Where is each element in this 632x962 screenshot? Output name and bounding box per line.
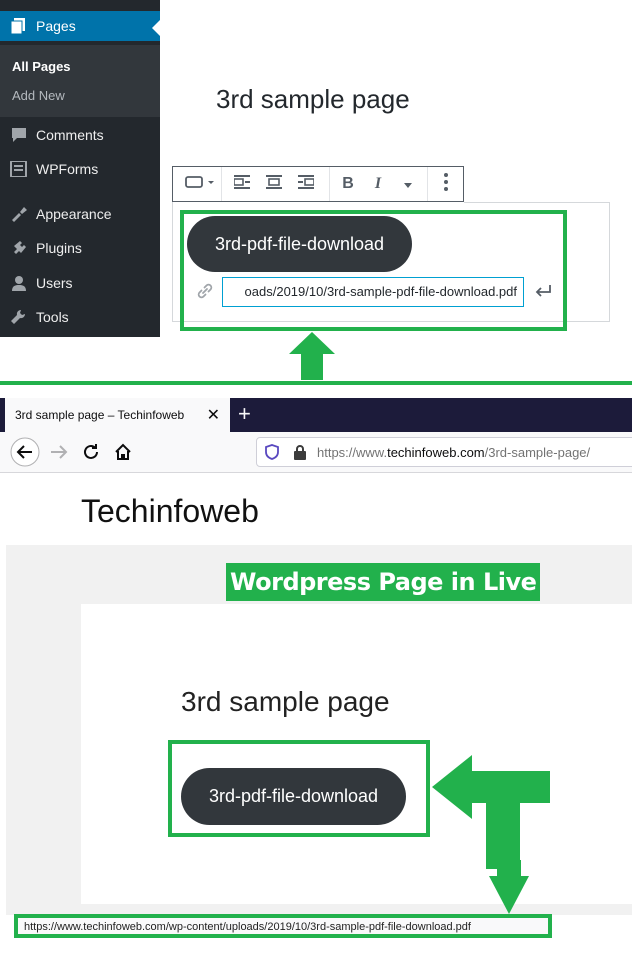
- section-divider: [0, 381, 632, 385]
- editor-download-button[interactable]: 3rd-pdf-file-download: [187, 216, 412, 272]
- page-title: 3rd sample page: [181, 686, 390, 717]
- sidebar-item-tools[interactable]: Tools: [0, 302, 160, 332]
- annotation-label: Wordpress Page in Live: [226, 563, 541, 601]
- shield-icon[interactable]: [265, 444, 279, 465]
- browser-tabbar: 3rd sample page – Techinfoweb ✕ +: [0, 398, 632, 432]
- more-vertical-icon: [444, 172, 448, 196]
- users-icon: [10, 275, 28, 291]
- sidebar-item-appearance[interactable]: Appearance: [0, 199, 160, 229]
- align-left-button[interactable]: [227, 167, 257, 201]
- block-style-icon: [184, 175, 214, 194]
- status-bar: https://www.techinfoweb.com/wp-content/u…: [14, 914, 552, 938]
- sidebar-item-wpforms[interactable]: WPForms: [0, 154, 160, 184]
- sidebar-item-label: Plugins: [36, 240, 82, 256]
- sidebar-item-label: WPForms: [36, 161, 99, 177]
- down-arrow-annotation: [489, 860, 529, 914]
- url-text: https://www.techinfoweb.com/3rd-sample-p…: [317, 445, 590, 460]
- toolbar-divider: [329, 167, 330, 201]
- block-style-button[interactable]: [179, 167, 219, 201]
- sidebar-item-users[interactable]: Users: [0, 268, 160, 298]
- sidebar-item-label: Users: [36, 275, 73, 291]
- pages-submenu: All Pages Add New: [0, 45, 160, 117]
- align-center-icon: [266, 174, 282, 194]
- sidebar-item-pages[interactable]: Pages: [0, 11, 160, 41]
- editor-page-title[interactable]: 3rd sample page: [216, 84, 410, 115]
- tab-title: 3rd sample page – Techinfoweb: [15, 408, 185, 422]
- align-right-button[interactable]: [291, 167, 321, 201]
- sidebar-item-comments[interactable]: Comments: [0, 120, 160, 150]
- apply-link-icon[interactable]: [534, 284, 552, 303]
- italic-button[interactable]: I: [365, 167, 391, 201]
- bold-button[interactable]: B: [333, 167, 363, 201]
- pages-icon: [10, 18, 28, 35]
- toolbar-divider: [427, 167, 428, 201]
- reload-icon: [82, 444, 100, 465]
- link-icon: [196, 282, 214, 305]
- align-center-button[interactable]: [259, 167, 289, 201]
- submenu-all-pages[interactable]: All Pages: [12, 59, 71, 74]
- sidebar-item-plugins[interactable]: Plugins: [0, 233, 160, 263]
- block-outline: [172, 202, 173, 322]
- site-title[interactable]: Techinfoweb: [81, 493, 259, 530]
- comments-icon: [10, 127, 28, 143]
- close-icon[interactable]: ✕: [207, 405, 220, 425]
- more-options-button[interactable]: [433, 167, 459, 201]
- block-outline: [464, 202, 610, 203]
- sidebar-item-label: Appearance: [36, 206, 112, 222]
- new-tab-icon[interactable]: +: [238, 401, 251, 427]
- block-outline: [609, 202, 610, 322]
- url-prefix: https://www.: [317, 445, 388, 460]
- more-formats-button[interactable]: [397, 167, 419, 201]
- sidebar-item-label: Comments: [36, 127, 104, 143]
- status-url: https://www.techinfoweb.com/wp-content/u…: [24, 921, 471, 933]
- submenu-add-new[interactable]: Add New: [12, 88, 65, 103]
- button-url-value: oads/2019/10/3rd-sample-pdf-file-downloa…: [244, 284, 517, 299]
- italic-icon: I: [374, 175, 382, 192]
- bold-icon: B: [342, 175, 354, 192]
- align-left-icon: [233, 174, 250, 194]
- lock-icon[interactable]: [293, 444, 307, 465]
- sidebar-item-label: Pages: [36, 18, 76, 34]
- forward-arrow-icon: [50, 445, 68, 464]
- chevron-down-icon: [404, 175, 412, 193]
- plugins-icon: [10, 240, 28, 256]
- home-button[interactable]: [114, 443, 132, 466]
- url-domain: techinfoweb.com: [387, 445, 485, 460]
- align-right-icon: [298, 174, 315, 194]
- home-icon: [114, 443, 132, 465]
- sidebar-item-label: Tools: [36, 309, 69, 325]
- forward-button[interactable]: [50, 444, 68, 465]
- reload-button[interactable]: [82, 443, 100, 466]
- block-toolbar: B I: [172, 166, 464, 202]
- wpforms-icon: [10, 160, 28, 178]
- url-path: /3rd-sample-page/: [484, 445, 591, 460]
- tools-icon: [10, 309, 28, 325]
- live-download-button[interactable]: 3rd-pdf-file-download: [181, 768, 406, 825]
- up-arrow-annotation: [289, 332, 335, 380]
- button-url-input[interactable]: oads/2019/10/3rd-sample-pdf-file-downloa…: [222, 277, 524, 307]
- browser-tab[interactable]: 3rd sample page – Techinfoweb ✕: [5, 398, 230, 432]
- active-indicator: [152, 20, 160, 36]
- back-arrow-icon: [10, 437, 40, 471]
- appearance-icon: [10, 206, 28, 222]
- toolbar-divider: [221, 167, 222, 201]
- address-bar[interactable]: https://www.techinfoweb.com/3rd-sample-p…: [256, 437, 632, 467]
- back-button[interactable]: [10, 437, 40, 472]
